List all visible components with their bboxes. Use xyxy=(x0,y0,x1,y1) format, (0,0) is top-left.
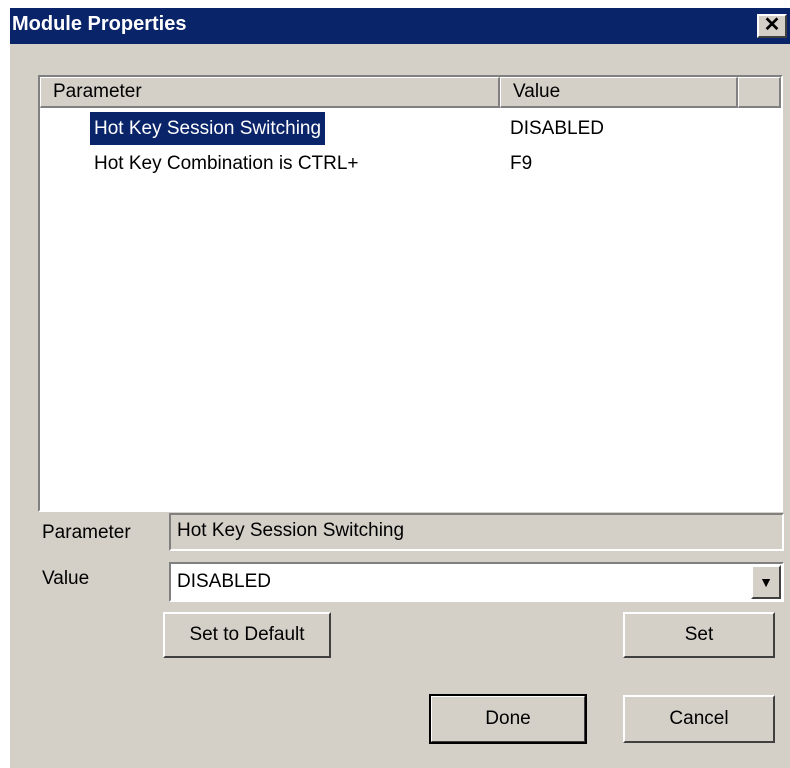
dropdown-arrow-button[interactable]: ▼ xyxy=(751,565,781,599)
list-item[interactable]: Hot Key Combination is CTRL+ F9 xyxy=(40,147,781,180)
list-header: Parameter Value xyxy=(40,77,781,108)
value-dropdown-selected: DISABLED xyxy=(177,571,271,592)
module-properties-dialog: Module Properties ✕ Parameter Value Hot … xyxy=(10,8,790,768)
list-item-value: DISABLED xyxy=(510,118,604,139)
value-label: Value xyxy=(42,568,90,589)
list-item-value: F9 xyxy=(510,153,533,174)
parameter-field: Hot Key Session Switching xyxy=(169,513,784,551)
set-button[interactable]: Set xyxy=(623,612,775,658)
list-item[interactable]: Hot Key Session Switching DISABLED xyxy=(40,111,781,146)
cancel-button[interactable]: Cancel xyxy=(623,695,775,743)
close-icon: ✕ xyxy=(763,14,781,36)
parameter-list[interactable]: Parameter Value Hot Key Session Switchin… xyxy=(38,75,783,512)
done-button[interactable]: Done xyxy=(429,694,587,744)
parameter-label: Parameter xyxy=(42,522,131,543)
value-dropdown[interactable]: DISABLED ▼ xyxy=(169,562,784,602)
window-title: Module Properties xyxy=(12,13,187,35)
chevron-down-icon: ▼ xyxy=(759,574,773,590)
list-item-parameter: Hot Key Session Switching xyxy=(88,111,327,146)
title-bar[interactable]: Module Properties ✕ xyxy=(10,8,790,44)
column-header-value[interactable]: Value xyxy=(500,77,738,108)
column-header-filler xyxy=(738,77,781,108)
column-header-parameter[interactable]: Parameter xyxy=(40,77,500,108)
set-to-default-button[interactable]: Set to Default xyxy=(163,612,331,658)
list-item-parameter: Hot Key Combination is CTRL+ xyxy=(94,153,359,174)
close-button[interactable]: ✕ xyxy=(757,14,787,38)
